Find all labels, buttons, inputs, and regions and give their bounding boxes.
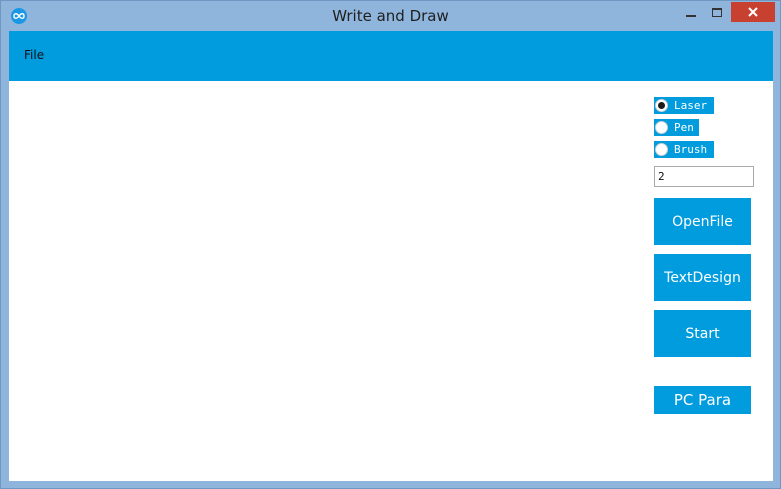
menu-bar: File [9, 31, 773, 81]
start-button[interactable]: Start [654, 310, 751, 357]
maximize-icon [712, 8, 722, 17]
close-icon [748, 7, 758, 17]
drawing-canvas[interactable]: Laser Pen Brush OpenFile TextDesign Star… [9, 81, 773, 481]
text-design-button[interactable]: TextDesign [654, 254, 751, 301]
menu-file[interactable]: File [24, 48, 44, 62]
radio-pen[interactable]: Pen [654, 119, 699, 136]
radio-unchecked-icon [655, 121, 668, 134]
minimize-icon [686, 15, 696, 17]
pc-para-button[interactable]: PC Para [654, 386, 751, 414]
radio-brush-label: Brush [674, 143, 708, 156]
radio-brush[interactable]: Brush [654, 141, 714, 158]
radio-checked-icon [655, 99, 668, 112]
minimize-button[interactable] [677, 3, 703, 23]
open-file-button[interactable]: OpenFile [654, 198, 751, 245]
size-input[interactable] [654, 166, 754, 187]
radio-laser-label: Laser [674, 99, 708, 112]
maximize-button[interactable] [705, 3, 729, 23]
radio-unchecked-icon [655, 143, 668, 156]
radio-laser[interactable]: Laser [654, 97, 714, 114]
window-title: Write and Draw [332, 7, 449, 25]
close-button[interactable] [731, 2, 775, 22]
app-window: Write and Draw File Laser Pen Brush Open… [0, 0, 781, 489]
radio-pen-label: Pen [674, 121, 694, 134]
title-bar[interactable]: Write and Draw [1, 1, 780, 31]
